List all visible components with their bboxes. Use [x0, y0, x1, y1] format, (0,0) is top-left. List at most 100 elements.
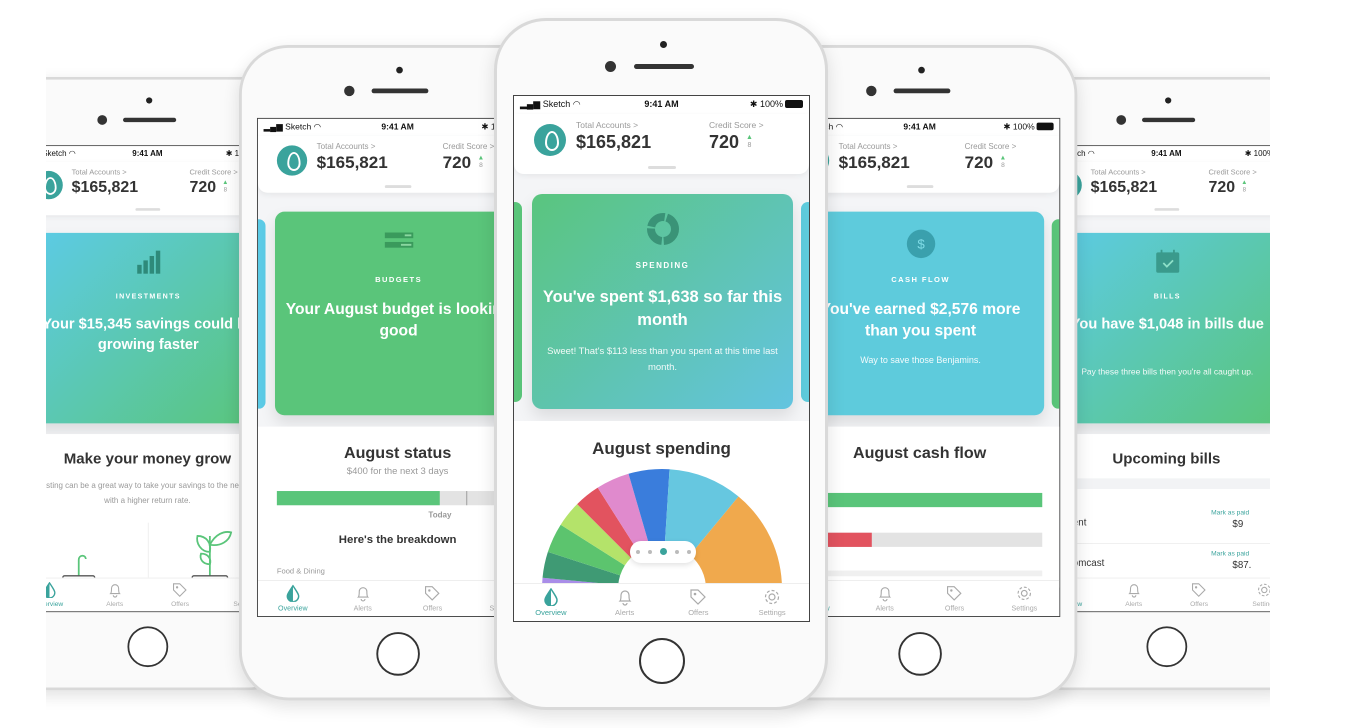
tab-label: Alerts	[353, 603, 372, 613]
tab-offers[interactable]: Offers	[147, 578, 212, 611]
credit-score-link[interactable]: Credit Score >	[709, 120, 764, 130]
home-button[interactable]	[898, 632, 942, 676]
credit-score-link[interactable]: Credit Score >	[965, 142, 1017, 151]
total-accounts-value: $165,821	[316, 152, 388, 172]
card-category: BILLS	[1153, 292, 1181, 301]
tag-icon	[398, 585, 468, 602]
sensor-dot	[660, 41, 667, 48]
speaker	[1142, 117, 1196, 123]
next-card[interactable]	[1051, 219, 1060, 409]
tab-overview[interactable]: Overview	[258, 581, 328, 616]
credit-score-link[interactable]: Credit Score >	[189, 167, 237, 176]
mark-as-paid-link[interactable]: Mark as paid	[1211, 508, 1249, 516]
home-button[interactable]	[1146, 626, 1188, 668]
tab-label: Offers	[171, 599, 190, 608]
credit-score-change: ▲ 8	[477, 154, 485, 170]
drag-handle[interactable]	[1154, 208, 1180, 211]
tab-label: Alerts	[875, 603, 894, 613]
card-category: INVESTMENTS	[115, 292, 181, 301]
credit-score-link[interactable]: Credit Score >	[443, 142, 495, 151]
tag-icon	[662, 588, 736, 606]
speaker	[123, 117, 177, 123]
card-category: BUDGETS	[375, 275, 423, 284]
bluetooth-icon: ✱	[1244, 148, 1252, 158]
insight-card[interactable]: SPENDING You've spent $1,638 so far this…	[532, 194, 793, 409]
pager-dot[interactable]	[674, 549, 679, 554]
summary-header: Total Accounts > $165,821 Credit Score >…	[514, 114, 809, 174]
pager-dot[interactable]	[659, 548, 667, 556]
app-logo	[46, 170, 63, 200]
tab-overview[interactable]: Overview	[46, 578, 82, 611]
drag-handle[interactable]	[384, 185, 412, 188]
tab-alerts[interactable]: Alerts	[328, 581, 398, 616]
plant-icon	[191, 531, 233, 582]
drag-handle[interactable]	[135, 208, 161, 211]
next-card[interactable]	[801, 202, 809, 402]
arrow-up-icon: ▲	[999, 154, 1007, 162]
battery-icon	[785, 100, 803, 108]
total-accounts-value: $165,821	[71, 178, 139, 196]
previous-card[interactable]	[514, 202, 522, 402]
tab-offers[interactable]: Offers	[920, 581, 990, 616]
tab-settings[interactable]: Settings	[735, 584, 809, 621]
app-logo	[276, 145, 308, 176]
credit-score-value: 720	[1208, 178, 1236, 196]
tab-settings[interactable]: Settings	[1232, 578, 1270, 611]
tab-alerts[interactable]: Alerts	[82, 578, 147, 611]
insight-card[interactable]: BUDGETS Your August budget is looking go…	[274, 211, 523, 416]
sensor-dot	[918, 66, 925, 74]
home-button[interactable]	[376, 632, 420, 676]
card-headline: Your $15,345 savings could be growing fa…	[46, 316, 255, 353]
status-bar: ▂▄▆ Sketch ◠9:41 AM✱ 100%	[514, 96, 809, 114]
bell-icon	[1101, 582, 1166, 598]
home-button[interactable]	[127, 626, 169, 668]
camera	[866, 85, 877, 97]
camera	[344, 85, 355, 97]
previous-card[interactable]	[257, 219, 266, 409]
pager-dot[interactable]	[647, 549, 652, 554]
camera	[1116, 115, 1127, 125]
tab-label: Settings	[1011, 603, 1038, 613]
tab-offers[interactable]: Offers	[398, 581, 468, 616]
phones-showcase: ▂▄▆ Sketch ◠9:41 AM✱ 100% Total Accounts…	[46, 0, 1270, 728]
total-accounts-link[interactable]: Total Accounts >	[1091, 167, 1146, 176]
arrow-up-icon: ▲	[477, 154, 485, 162]
sensor-dot	[396, 66, 403, 74]
bluetooth-icon: ✱	[481, 121, 489, 132]
card-subtext: Way to save those Benjamins.	[860, 355, 981, 367]
tab-overview[interactable]: Overview	[514, 584, 588, 621]
tab-settings[interactable]: Settings	[989, 581, 1059, 616]
total-accounts-link[interactable]: Total Accounts >	[317, 142, 376, 151]
mark-as-paid-link[interactable]: Mark as paid	[1211, 549, 1249, 557]
spent-bar	[798, 532, 1043, 547]
drag-handle[interactable]	[906, 185, 934, 188]
tab-offers[interactable]: Offers	[662, 584, 736, 621]
tab-label: Overview	[535, 608, 567, 617]
tab-alerts[interactable]: Alerts	[588, 584, 662, 621]
dollar-circle-icon: $	[797, 229, 1044, 259]
battery-level: 100%	[759, 99, 783, 109]
credit-score-link[interactable]: Credit Score >	[1208, 167, 1256, 176]
speaker	[893, 88, 951, 94]
tab-alerts[interactable]: Alerts	[1101, 578, 1166, 611]
insight-card[interactable]: $ CASH FLOW You've earned $2,576 more th…	[796, 211, 1045, 416]
insight-card[interactable]: INVESTMENTS Your $15,345 savings could b…	[46, 232, 264, 424]
gear-icon	[735, 588, 809, 606]
drag-handle[interactable]	[648, 166, 676, 169]
bluetooth-icon: ✱	[1003, 121, 1011, 132]
pager-dot[interactable]	[686, 549, 691, 554]
total-accounts-link[interactable]: Total Accounts >	[72, 167, 127, 176]
pager-dot[interactable]	[635, 549, 640, 554]
battery-icon	[1036, 122, 1054, 131]
tab-label: Overview	[278, 603, 308, 613]
home-button[interactable]	[639, 638, 685, 684]
card-headline: You have $1,048 in bills due	[1070, 316, 1264, 333]
tab-label: Alerts	[106, 599, 124, 608]
tab-alerts[interactable]: Alerts	[850, 581, 920, 616]
total-accounts-link[interactable]: Total Accounts >	[576, 120, 638, 130]
total-accounts-link[interactable]: Total Accounts >	[839, 142, 898, 151]
tab-offers[interactable]: Offers	[1166, 578, 1231, 611]
arrow-up-icon: ▲	[1241, 179, 1248, 186]
insight-card[interactable]: BILLS You have $1,048 in bills due Pay t…	[1051, 232, 1270, 424]
card-subtext: Pay these three bills then you're all ca…	[1081, 367, 1254, 378]
